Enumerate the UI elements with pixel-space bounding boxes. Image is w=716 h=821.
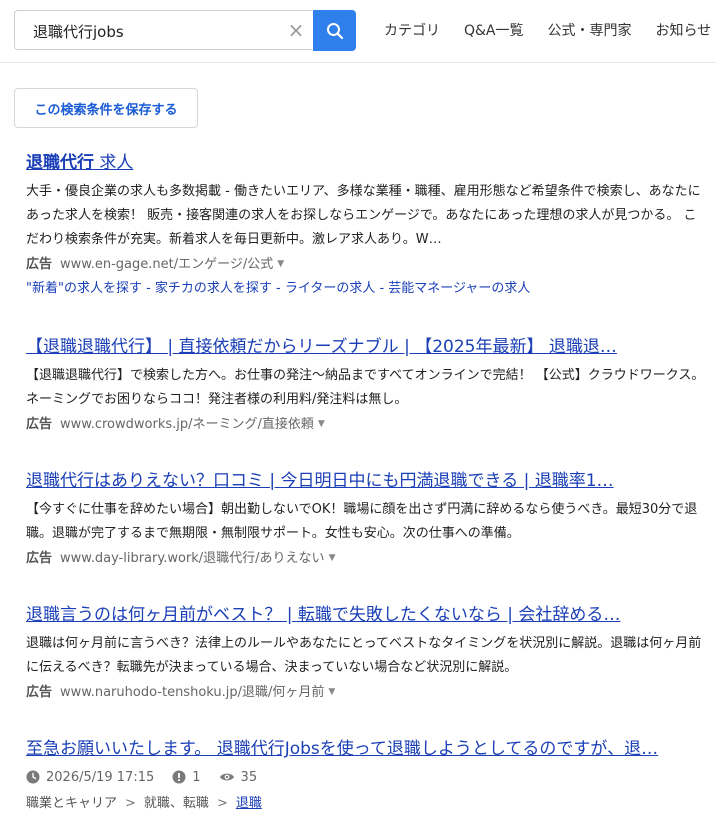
result-url-line: 広告 www.en-gage.net/エンゲージ/公式 ▼: [26, 254, 706, 275]
search-icon: [326, 22, 343, 39]
result-url[interactable]: www.naruhodo-tenshoku.jp/退職/何ヶ月前: [60, 685, 324, 700]
result-url[interactable]: www.crowdworks.jp/ネーミング/直接依頼: [60, 417, 314, 432]
sitelinks[interactable]: "新着"の求人を探す - 家チカの求人を探す - ライターの求人 - 芸能マネー…: [26, 279, 706, 299]
title-keyword: 退職代行: [26, 153, 94, 173]
date-text: 2026/5/19 17:15: [46, 769, 155, 785]
result-title-link[interactable]: 退職言うのは何ヶ月前がベスト？ | 転職で失敗したくないなら | 会社辞める…: [26, 604, 702, 626]
result-url[interactable]: www.day-library.work/退職代行/ありえない: [60, 551, 325, 566]
search-query-text[interactable]: 退職代行jobs: [33, 21, 124, 42]
search-result: 退職言うのは何ヶ月前がベスト？ | 転職で失敗したくないなら | 会社辞める… …: [26, 604, 706, 703]
nav-category[interactable]: カテゴリ: [384, 20, 440, 40]
ad-label: 広告: [26, 257, 53, 272]
caret-down-icon[interactable]: ▼: [328, 687, 335, 697]
qa-result: 至急お願いいたします。 退職代行Jobsを使って退職しようとしてるのですが、退……: [26, 738, 706, 811]
caret-down-icon[interactable]: ▼: [329, 553, 336, 563]
answers-icon: [172, 770, 186, 784]
breadcrumb-item[interactable]: 職業とキャリア: [26, 796, 117, 811]
result-url-line: 広告 www.naruhodo-tenshoku.jp/退職/何ヶ月前 ▼: [26, 682, 706, 703]
save-search-button[interactable]: この検索条件を保存する: [14, 88, 198, 128]
breadcrumb-separator: >: [125, 796, 136, 811]
search-button[interactable]: [313, 10, 356, 51]
breadcrumb-separator: >: [216, 796, 228, 811]
result-title-link[interactable]: 【退職退職代行】 | 直接依頼だからリーズナブル | 【2025年最新】 退職退…: [26, 336, 702, 358]
caret-down-icon[interactable]: ▼: [318, 419, 325, 429]
result-description: 退職は何ヶ月前に言うべき？法律上のルールやあなたにとってベストなタイミングを状況…: [26, 636, 702, 675]
clock-icon: [26, 770, 40, 784]
qa-meta: 2026/5/19 17:15 1 35: [26, 768, 706, 786]
top-bar: 退職代行jobs × カテゴリ Q&A一覧 公式・専門家 お知らせ: [0, 0, 716, 63]
breadcrumb-item[interactable]: 退職: [236, 796, 262, 811]
nav-notices[interactable]: お知らせ: [656, 20, 712, 40]
caret-down-icon[interactable]: ▼: [277, 259, 284, 269]
qa-date: 2026/5/19 17:15: [26, 770, 154, 785]
search-result: 退職代行 求人 大手・優良企業の求人も多数掲載 - 働きたいエリア、多様な業種・…: [26, 152, 706, 299]
breadcrumb-item[interactable]: 就職、転職: [144, 796, 209, 811]
title-text: 求人: [94, 153, 134, 173]
qa-views: 35: [219, 769, 258, 785]
result-url-line: 広告 www.day-library.work/退職代行/ありえない ▼: [26, 548, 706, 569]
qa-answers: 1: [172, 769, 201, 785]
ad-label: 広告: [26, 685, 53, 700]
nav-official-experts[interactable]: 公式・専門家: [548, 20, 632, 40]
nav-qa-list[interactable]: Q&A一覧: [464, 20, 524, 40]
views-count: 35: [240, 769, 258, 785]
search-result: 【退職退職代行】 | 直接依頼だからリーズナブル | 【2025年最新】 退職退…: [26, 336, 706, 435]
ad-label: 広告: [26, 417, 53, 432]
result-description: 【退職退職代行】で検索した方へ。お仕事の発注～納品まですべてオンラインで完結！ …: [26, 368, 705, 407]
result-title-link[interactable]: 退職代行 求人: [26, 152, 702, 174]
result-description: 【今すぐに仕事を辞めたい場合】朝出勤しないでOK！職場に顔を出さず円満に辞めるな…: [26, 502, 698, 541]
breadcrumb: 職業とキャリア > 就職、転職 > 退職: [26, 792, 706, 811]
ad-label: 広告: [26, 551, 53, 566]
views-icon: [219, 773, 234, 781]
result-title-link[interactable]: 退職代行はありえない？口コミ | 今日明日中にも円満退職できる | 退職率1…: [26, 470, 702, 492]
result-description: 大手・優良企業の求人も多数掲載 - 働きたいエリア、多様な業種・職種、雇用形態な…: [26, 184, 701, 247]
search-input[interactable]: 退職代行jobs ×: [14, 10, 312, 50]
result-url-line: 広告 www.crowdworks.jp/ネーミング/直接依頼 ▼: [26, 414, 706, 435]
search-result: 退職代行はありえない？口コミ | 今日明日中にも円満退職できる | 退職率1… …: [26, 470, 706, 569]
answers-count: 1: [192, 769, 201, 785]
top-nav: カテゴリ Q&A一覧 公式・専門家 お知らせ: [384, 20, 716, 40]
clear-icon[interactable]: ×: [286, 19, 306, 41]
result-url[interactable]: www.en-gage.net/エンゲージ/公式: [60, 257, 273, 272]
result-title-link[interactable]: 至急お願いいたします。 退職代行Jobsを使って退職しようとしてるのですが、退…: [26, 738, 702, 760]
